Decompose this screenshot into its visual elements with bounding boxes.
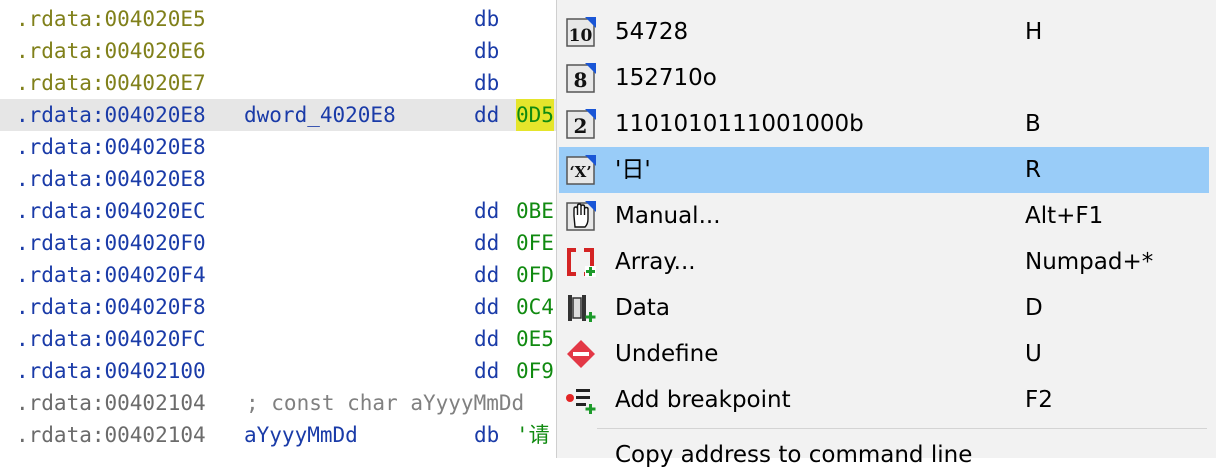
line-directive: dd bbox=[474, 231, 500, 255]
menu-item-label: Add breakpoint bbox=[615, 387, 791, 413]
line-address: .rdata:004020E6 bbox=[16, 39, 206, 63]
menu-item-manual[interactable]: Manual... Alt+F1 bbox=[559, 193, 1209, 239]
listing-line[interactable]: .rdata:004020F0 dd 0FE bbox=[0, 227, 556, 259]
line-operand: 0D5 bbox=[516, 99, 554, 131]
line-address: .rdata:004020E7 bbox=[16, 71, 206, 95]
line-operand: 0E5 bbox=[516, 327, 554, 351]
listing-line[interactable]: .rdata:004020E8 bbox=[0, 131, 556, 163]
menu-item-shortcut: Alt+F1 bbox=[1025, 203, 1104, 229]
menu-item-shortcut: Numpad+* bbox=[1025, 249, 1154, 275]
line-address: .rdata:004020E8 bbox=[16, 103, 206, 127]
add-breakpoint-icon bbox=[565, 384, 597, 416]
char-x-icon: ‘X’ bbox=[565, 154, 597, 186]
octal-8-icon: 8 bbox=[565, 62, 597, 94]
menu-item-array[interactable]: Array... Numpad+* bbox=[559, 239, 1209, 285]
menu-item-shortcut: D bbox=[1025, 295, 1043, 321]
menu-item-label: 152710o bbox=[615, 65, 717, 91]
context-menu: Copy address to command line 10 54728 H 8 15… bbox=[556, 0, 1216, 468]
menu-separator bbox=[597, 428, 1207, 429]
line-label: aYyyyMmDd bbox=[244, 423, 358, 447]
decimal-10-icon: 10 bbox=[565, 16, 597, 48]
menu-item-54728[interactable]: 10 54728 H bbox=[559, 9, 1209, 55]
line-address: .rdata:00402104 bbox=[16, 423, 206, 447]
line-operand: 0F9 bbox=[516, 359, 554, 383]
disassembly-listing[interactable]: .rdata:004020E5 db .rdata:004020E6 db .rdata… bbox=[0, 0, 556, 458]
manual-hand-icon bbox=[565, 200, 597, 232]
listing-line[interactable]: .rdata:00402100 dd 0F9 bbox=[0, 355, 556, 387]
menu-item-shortcut: U bbox=[1025, 341, 1042, 367]
data-icon bbox=[565, 292, 597, 324]
line-address: .rdata:00402104 bbox=[16, 391, 206, 415]
menu-item-data[interactable]: Data D bbox=[559, 285, 1209, 331]
listing-line[interactable]: .rdata:004020E8 dword_4020E8 dd 0D5 bbox=[0, 99, 556, 131]
listing-line[interactable]: .rdata:004020E7 db bbox=[0, 67, 556, 99]
listing-line[interactable]: .rdata:004020E8 bbox=[0, 163, 556, 195]
line-comment: ; const char aYyyyMmDd bbox=[246, 391, 525, 415]
menu-item-undefine[interactable]: Undefine U bbox=[559, 331, 1209, 377]
line-directive: dd bbox=[474, 263, 500, 287]
line-operand: '请 bbox=[516, 423, 550, 447]
line-directive: dd bbox=[474, 359, 500, 383]
menu-item-label: 1101010111001000b bbox=[615, 111, 864, 137]
listing-line[interactable]: .rdata:004020F4 dd 0FD bbox=[0, 259, 556, 291]
menu-item-152710o[interactable]: 8 152710o bbox=[559, 55, 1209, 101]
menu-item-shortcut: R bbox=[1025, 157, 1041, 183]
line-directive: dd bbox=[474, 295, 500, 319]
undefine-icon bbox=[565, 338, 597, 370]
listing-line[interactable]: .rdata:004020E6 db bbox=[0, 35, 556, 67]
array-icon bbox=[565, 246, 597, 278]
line-operand: 0C4 bbox=[516, 295, 554, 319]
line-label: dword_4020E8 bbox=[244, 103, 396, 127]
listing-line[interactable]: .rdata:004020F8 dd 0C4 bbox=[0, 291, 556, 323]
binary-2-icon: 2 bbox=[565, 108, 597, 140]
menu-item-label: 54728 bbox=[615, 19, 689, 45]
line-directive: dd bbox=[474, 103, 500, 127]
menu-item-shortcut: B bbox=[1025, 111, 1041, 137]
line-operand: 0FE bbox=[516, 231, 554, 255]
menu-item-shortcut: H bbox=[1025, 19, 1043, 45]
listing-line[interactable]: .rdata:00402104 ; const char aYyyyMmDd bbox=[0, 387, 556, 419]
menu-item-label: Array... bbox=[615, 249, 696, 275]
line-address: .rdata:00402100 bbox=[16, 359, 206, 383]
svg-text:‘X’: ‘X’ bbox=[569, 163, 591, 181]
menu-item-1101010111001000b[interactable]: 2 1101010111001000b B bbox=[559, 101, 1209, 147]
menu-item-label: '日' bbox=[615, 157, 651, 183]
svg-text:8: 8 bbox=[574, 68, 588, 92]
line-address: .rdata:004020E5 bbox=[16, 7, 206, 31]
menu-item-shortcut: F2 bbox=[1025, 387, 1053, 413]
line-address: .rdata:004020FC bbox=[16, 327, 206, 351]
line-directive: db bbox=[474, 39, 500, 63]
menu-item-label: Manual... bbox=[615, 203, 721, 229]
menu-item-copy-address[interactable]: Copy address to command line bbox=[615, 440, 972, 470]
listing-line[interactable]: .rdata:00402104 aYyyyMmDd db '请 bbox=[0, 419, 556, 451]
line-directive: dd bbox=[474, 327, 500, 351]
line-address: .rdata:004020F4 bbox=[16, 263, 206, 287]
line-operand: 0FD bbox=[516, 263, 554, 287]
line-operand: 0BE bbox=[516, 199, 554, 223]
line-address: .rdata:004020F0 bbox=[16, 231, 206, 255]
line-address: .rdata:004020E8 bbox=[16, 135, 206, 159]
menu-item-[interactable]: ‘X’ '日' R bbox=[559, 147, 1209, 193]
menu-item-add-breakpoint[interactable]: Add breakpoint F2 bbox=[559, 377, 1209, 423]
line-address: .rdata:004020EC bbox=[16, 199, 206, 223]
svg-text:2: 2 bbox=[574, 114, 588, 138]
menu-item-label: Undefine bbox=[615, 341, 719, 367]
line-directive: db bbox=[474, 71, 500, 95]
line-directive: dd bbox=[474, 199, 500, 223]
listing-line[interactable]: .rdata:004020E5 db bbox=[0, 3, 556, 35]
listing-line[interactable]: .rdata:004020FC dd 0E5 bbox=[0, 323, 556, 355]
line-address: .rdata:004020E8 bbox=[16, 167, 206, 191]
listing-line[interactable]: .rdata:004020EC dd 0BE bbox=[0, 195, 556, 227]
line-address: .rdata:004020F8 bbox=[16, 295, 206, 319]
line-directive: db bbox=[474, 7, 500, 31]
menu-item-label: Data bbox=[615, 295, 670, 321]
line-directive: db bbox=[474, 423, 500, 447]
svg-text:10: 10 bbox=[569, 26, 593, 46]
